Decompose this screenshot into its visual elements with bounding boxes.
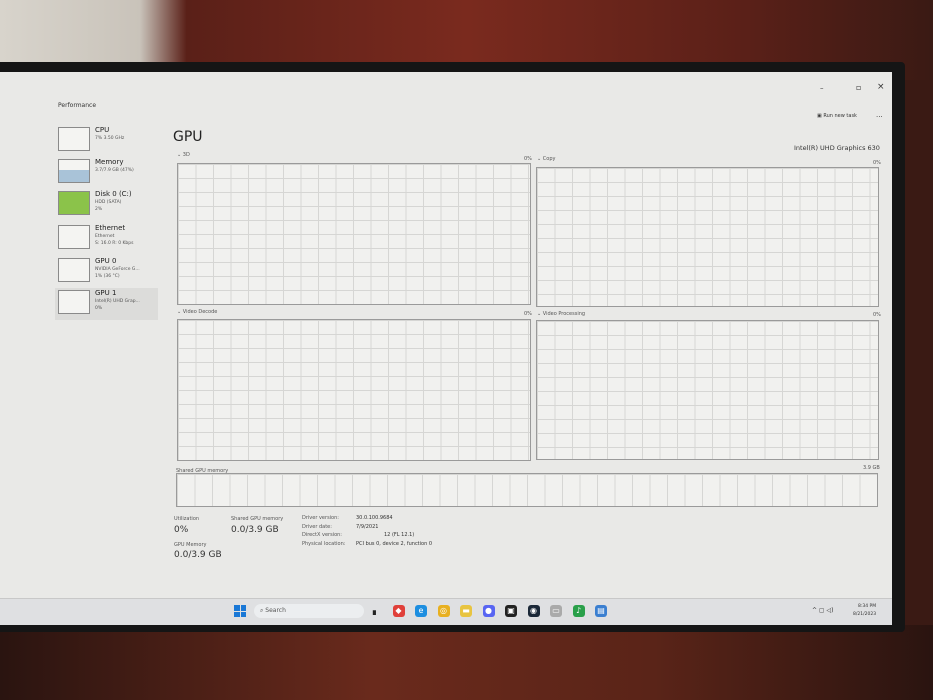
sidebar-item-status: 0% [95,306,103,311]
info-value: PCI bus 0, device 2, function 0 [356,540,433,547]
taskbar: ⌕ Search ▖ ◆ e ◎ ▬ ● ▣ ◉ ▭ ♪ ▤ ^ ▢ ◁) 8:34 PM 8/21… [0,598,892,625]
sidebar-item-memory[interactable]: Memory 3.7/7.9 GB (47%) [55,157,158,189]
graph-label-3d: ⌄ 3D [177,152,190,158]
info-value: 30.0.100.9684 [356,515,393,521]
graph-pct-3d: 0% [524,156,532,162]
info-label: DirectX version: [302,532,342,538]
thumbnail-graph [58,159,90,183]
sidebar-item-ethernet[interactable]: Ethernet Ethernet S: 16.0 R: 0 Kbps [55,223,158,255]
utilization-value: 0% [174,525,189,535]
sidebar-item-status: S: 16.0 R: 0 Kbps [95,241,134,246]
thumbnail-graph [58,290,90,314]
graph-label-video-decode: ⌄ Video Decode [177,309,218,315]
graph-video-processing [536,320,879,460]
gpu-memory-label: GPU Memory [174,542,207,548]
sidebar-item-detail: 3.7/7.9 GB (47%) [95,168,134,173]
sidebar-item-title: CPU [95,126,110,134]
task-manager-icon[interactable]: ▤ [595,605,607,617]
sidebar-item-status: 2% [95,207,103,212]
sidebar-item-detail: HDD (SATA) [95,200,122,205]
sidebar-item-gpu-1[interactable]: GPU 1 Intel(R) UHD Grap... 0% [55,288,158,320]
sidebar-item-detail: Ethernet [95,234,115,239]
sidebar-item-detail: NVIDIA GeForce G... [95,267,140,272]
brave-icon[interactable]: ◆ [392,605,405,617]
info-label: Driver date: [302,523,332,530]
start-button[interactable] [234,605,246,617]
maximize-button[interactable]: ▫ [856,83,861,92]
minimize-button[interactable]: – [820,84,824,92]
epic-games-icon[interactable]: ▣ [505,605,517,617]
tray-icons[interactable]: ^ ▢ ◁) [812,607,833,614]
shared-gpu-memory-label: Shared GPU memory [231,516,284,522]
sidebar-item-title: GPU 0 [95,257,117,265]
graph-shared-memory [176,473,878,507]
sidebar-item-title: Memory [95,158,124,166]
sidebar-item-detail: Intel(R) UHD Grap... [95,299,140,304]
gpu-device-name: Intel(R) UHD Graphics 630 [794,144,880,152]
run-new-task-button[interactable]: ▣ Run new task [817,113,857,119]
window-title: Performance [58,102,97,109]
sidebar-item-gpu-0[interactable]: GPU 0 NVIDIA GeForce G... 1% (36 °C) [55,256,158,288]
graph-video-decode [177,319,531,461]
page-title: GPU [173,129,203,145]
edge-icon[interactable]: e [415,605,427,617]
more-button[interactable]: ... [876,111,883,119]
clock-date[interactable]: 8/21/2023 [853,612,876,617]
background-room [0,625,933,700]
music-icon[interactable]: ♪ [572,605,585,617]
chrome-icon[interactable]: ◎ [437,605,450,617]
graph-pct-video-processing: 0% [873,312,881,318]
file-explorer-icon[interactable]: ▬ [460,605,472,617]
thumbnail-graph [58,191,90,215]
thumbnail-graph [58,127,90,151]
search-box[interactable]: ⌕ Search [254,604,364,618]
info-value: 7/9/2021 [356,523,379,530]
sidebar-item-title: Ethernet [95,224,126,232]
graph-pct-video-decode: 0% [524,311,532,317]
gpu-memory-value: 0.0/3.9 GB [174,550,222,560]
info-label: Driver version: [302,515,339,521]
sidebar-item-title: GPU 1 [95,289,117,297]
shared-memory-max: 3.9 GB [863,465,880,471]
graph-3d [177,163,531,305]
sidebar-item-cpu[interactable]: CPU 7% 3.50 GHz [55,125,158,157]
thumbnail-graph [58,258,90,282]
task-view-icon[interactable]: ▖ [370,605,382,617]
sidebar-item-disk-0-c[interactable]: Disk 0 (C:) HDD (SATA) 2% [55,189,158,221]
clock-time[interactable]: 8:34 PM [858,604,876,609]
screen: Performance – ▫ × ▣ Run new task ... CPU… [0,72,892,625]
thumbnail-graph [58,225,90,249]
shared-gpu-memory-value: 0.0/3.9 GB [231,525,279,535]
app-icon[interactable]: ▭ [550,605,562,617]
close-button[interactable]: × [877,82,885,92]
utilization-label: Utilization [174,516,200,522]
sidebar-item-status: 1% (36 °C) [95,274,120,279]
graph-label-copy: ⌄ Copy [537,156,556,162]
sidebar-item-detail: 7% 3.50 GHz [95,136,125,141]
sidebar-item-title: Disk 0 (C:) [95,190,132,198]
graph-pct-copy: 0% [873,160,881,166]
discord-icon[interactable]: ● [482,605,495,617]
graph-copy [536,167,879,307]
info-label: Physical location: [302,540,346,547]
graph-label-video-processing: ⌄ Video Processing [537,311,586,317]
steam-icon[interactable]: ◉ [527,605,540,617]
info-value: 12 (FL 12.1) [384,532,415,538]
